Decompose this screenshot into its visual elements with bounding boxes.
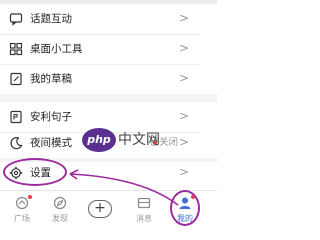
annotation-ellipse-settings (3, 158, 67, 186)
menu-item-label: 桌面小工具 (30, 43, 83, 55)
watermark: php 中文网 (82, 128, 160, 152)
menu-item-label: 安利句子 (30, 111, 72, 123)
badge-dot (28, 195, 32, 199)
chevron-right-icon: > (178, 165, 189, 179)
chevron-right-icon: > (178, 11, 189, 25)
tab-label: 广场 (14, 214, 30, 223)
menu-item-label: 我的草稿 (30, 73, 72, 85)
section-gap (0, 94, 217, 102)
chevron-right-icon: > (178, 135, 189, 149)
watermark-text: 中文网 (118, 132, 160, 148)
menu-item-desktop-widgets[interactable]: 桌面小工具 > (0, 34, 200, 64)
post-button[interactable]: + (88, 200, 112, 218)
menu-item-label: 话题互动 (30, 13, 72, 25)
tab-discover[interactable]: 发现 (42, 194, 78, 230)
tab-plaza[interactable]: 广场 (4, 194, 40, 230)
tab-label: 消息 (136, 214, 152, 223)
draft-icon (10, 72, 22, 86)
watermark-logo: php (82, 128, 116, 152)
tab-messages[interactable]: 消息 (126, 194, 162, 230)
plaza-icon (15, 196, 29, 210)
menu-item-my-drafts[interactable]: 我的草稿 > (0, 64, 200, 94)
menu-item-label: 夜间模式 (30, 137, 72, 149)
chat-bubble-icon (9, 13, 23, 26)
quote-icon (10, 110, 22, 124)
chevron-right-icon: > (178, 41, 189, 55)
widget-icon (9, 42, 23, 56)
chevron-right-icon: > (178, 71, 189, 85)
tab-label: 发现 (52, 214, 68, 223)
annotation-ellipse-mine (170, 190, 200, 226)
menu-item-topic-interaction[interactable]: 话题互动 > (0, 4, 200, 34)
moon-icon (10, 137, 23, 150)
discover-icon (53, 196, 67, 210)
message-icon (137, 197, 151, 209)
chevron-right-icon: > (178, 109, 189, 123)
